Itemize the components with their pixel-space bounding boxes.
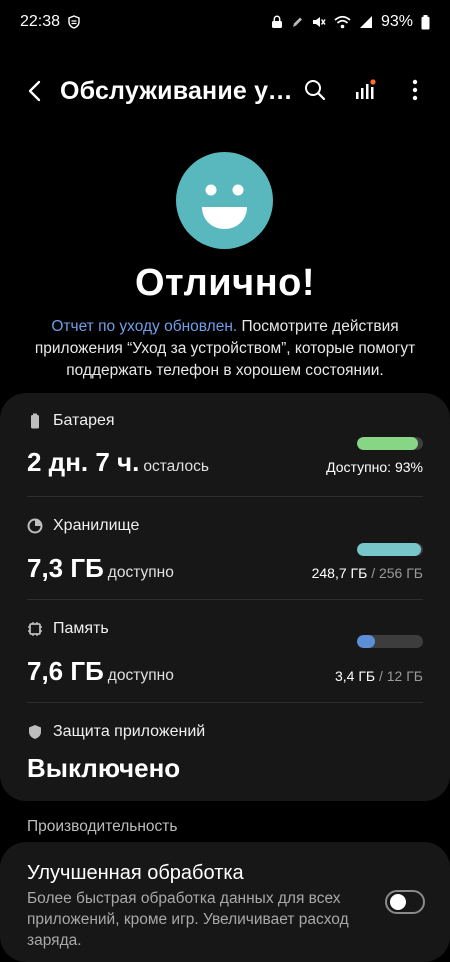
lock-icon	[271, 15, 283, 29]
storage-unit: доступно	[107, 564, 174, 581]
signal-icon	[359, 15, 373, 29]
page-title: Обслуживание устройства	[60, 76, 300, 105]
memory-usage: 3,4 ГБ / 12 ГБ	[335, 668, 423, 684]
enhanced-processing-title: Улучшенная обработка	[27, 862, 244, 884]
pie-chart-icon	[27, 518, 43, 534]
battery-available: Доступно: 93%	[326, 459, 423, 475]
storage-value: 7,3 ГБ доступно	[27, 553, 174, 584]
battery-time-remaining: 2 дн. 7 ч.	[27, 447, 140, 477]
app-protection-label: Защита приложений	[53, 723, 206, 740]
app-protection-header: Защита приложений	[27, 723, 205, 741]
storage-label: Хранилище	[53, 517, 140, 534]
storage-header: Хранилище	[27, 517, 139, 535]
memory-total: / 12 ГБ	[378, 668, 423, 684]
app-bar-actions	[300, 75, 430, 105]
memory-header: Память	[27, 620, 109, 638]
back-arrow-icon	[28, 80, 41, 102]
battery-percent: 93%	[380, 13, 413, 30]
enhanced-processing-toggle[interactable]	[385, 890, 425, 914]
smiley-face-icon	[176, 152, 273, 249]
shield-icon	[29, 725, 41, 739]
memory-label: Память	[53, 620, 109, 637]
toggle-knob	[390, 894, 406, 910]
report-text: Отчет по уходу обновлен. Посмотрите дейс…	[30, 316, 420, 382]
wifi-icon	[334, 15, 351, 29]
storage-free-amount: 7,3 ГБ	[27, 553, 104, 583]
status-time: 22:38	[20, 13, 61, 30]
storage-bar-fill	[357, 543, 422, 556]
memory-bar-fill	[357, 635, 376, 648]
storage-section[interactable]: Хранилище 7,3 ГБ доступно 248,7 ГБ / 256 …	[0, 497, 450, 600]
app-protection-section[interactable]: Защита приложений Выключено	[0, 703, 450, 801]
more-options-button[interactable]	[400, 75, 430, 105]
status-bar-right: 93%	[271, 13, 430, 31]
battery-icon	[31, 413, 39, 429]
status-bar: 22:38 93%	[0, 0, 450, 44]
battery-section[interactable]: Батарея 2 дн. 7 ч. осталось Доступно: 93%	[0, 393, 450, 498]
enhanced-processing-description: Более быстрая обработка данных для всех …	[27, 890, 349, 949]
report-link[interactable]: Отчет по уходу обновлен.	[51, 318, 237, 335]
memory-unit: доступно	[107, 667, 174, 684]
storage-used: 248,7 ГБ	[311, 565, 368, 581]
mute-icon	[311, 15, 326, 29]
memory-bar	[357, 635, 423, 648]
app-protection-status: Выключено	[27, 753, 181, 783]
memory-section[interactable]: Память 7,6 ГБ доступно 3,4 ГБ / 12 ГБ	[0, 600, 450, 703]
memory-free-amount: 7,6 ГБ	[27, 656, 104, 686]
search-icon	[305, 80, 326, 101]
performance-section-label: Производительность	[27, 818, 178, 835]
device-care-card: Батарея 2 дн. 7 ч. осталось Доступно: 93%…	[0, 393, 450, 801]
battery-icon	[421, 14, 430, 30]
app-bar: Обслуживание устройства	[0, 64, 450, 118]
shield-notification-icon	[68, 15, 80, 29]
battery-bar	[357, 437, 423, 450]
storage-bar	[357, 543, 423, 556]
diagnostics-button[interactable]	[350, 75, 380, 105]
battery-unit: осталось	[143, 458, 209, 475]
battery-header: Батарея	[27, 412, 115, 430]
memory-value: 7,6 ГБ доступно	[27, 656, 174, 687]
storage-total: / 256 ГБ	[371, 565, 423, 581]
storage-usage: 248,7 ГБ / 256 ГБ	[312, 565, 423, 581]
pen-icon	[291, 15, 303, 29]
memory-used: 3,4 ГБ	[334, 668, 376, 684]
battery-value: 2 дн. 7 ч. осталось	[27, 447, 209, 478]
status-headline: Отлично!	[134, 262, 316, 304]
battery-label: Батарея	[53, 412, 115, 429]
battery-bar-fill	[357, 437, 419, 450]
chip-icon	[28, 622, 42, 636]
more-icon	[412, 79, 418, 101]
status-bar-left: 22:38	[20, 13, 80, 31]
back-button[interactable]	[18, 75, 50, 107]
search-button[interactable]	[300, 75, 330, 105]
battery-available-text: Доступно: 93%	[326, 459, 423, 475]
bar-chart-icon	[356, 79, 376, 99]
